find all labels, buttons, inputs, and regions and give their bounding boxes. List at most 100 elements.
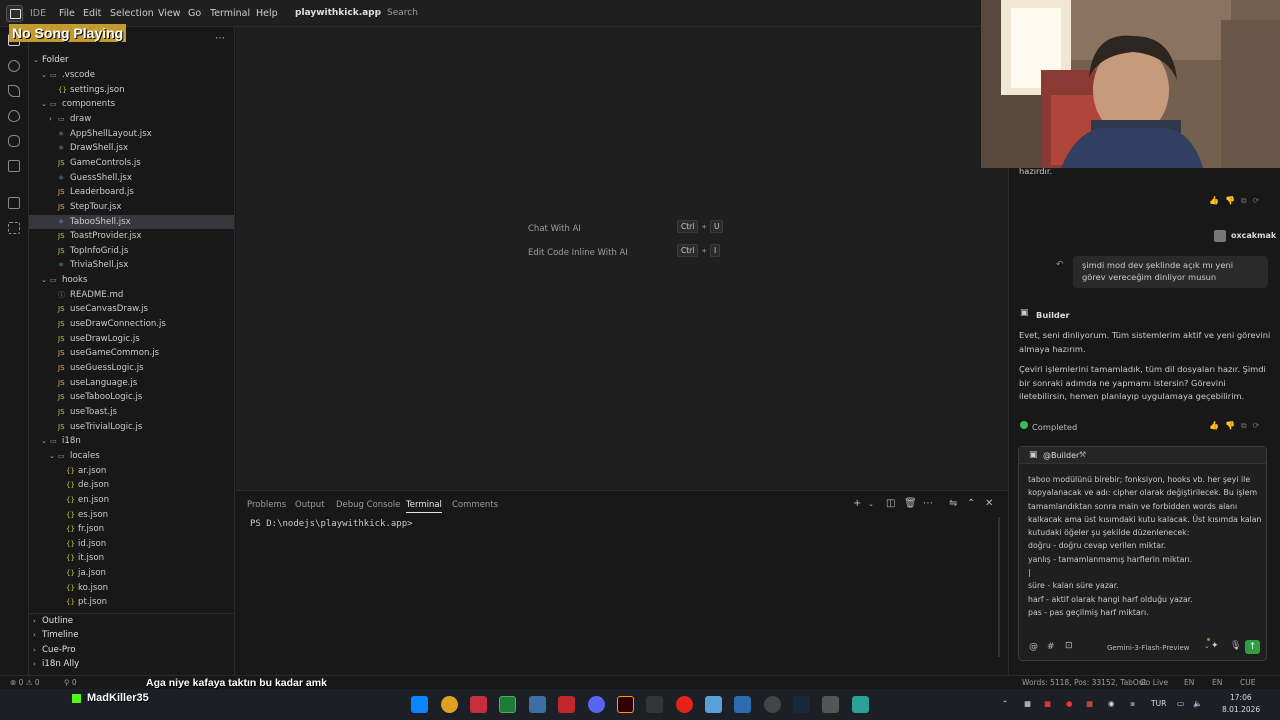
- clock-date[interactable]: 8.01.2026: [1222, 705, 1260, 714]
- menu-view[interactable]: View: [158, 8, 181, 19]
- tree-file[interactable]: JS useCanvasDraw.js: [29, 302, 234, 316]
- translate-icon[interactable]: [8, 222, 20, 234]
- more-actions-icon[interactable]: ⋯: [215, 33, 225, 44]
- tree-folder[interactable]: ⌄ ▭ locales: [29, 449, 234, 463]
- illustrator-icon[interactable]: [617, 696, 634, 713]
- mention-chip[interactable]: @Builder: [1043, 451, 1079, 460]
- tree-file[interactable]: {} en.json: [29, 493, 234, 507]
- menu-go[interactable]: Go: [188, 8, 201, 19]
- tree-file[interactable]: JS GameControls.js: [29, 156, 234, 170]
- debug-icon[interactable]: [8, 135, 20, 147]
- tree-file[interactable]: {} id.json: [29, 537, 234, 551]
- search-icon[interactable]: [8, 60, 20, 72]
- language-indicator-2[interactable]: EN: [1212, 678, 1222, 687]
- steam-icon[interactable]: [793, 696, 810, 713]
- tree-file[interactable]: JS useGameCommon.js: [29, 346, 234, 360]
- ports-indicator[interactable]: ⚲ 0: [64, 678, 77, 687]
- message-actions[interactable]: 👍👎⧉⟳: [1209, 196, 1265, 206]
- tray-app-icon-2[interactable]: ■: [1044, 699, 1051, 708]
- send-button[interactable]: ↑: [1245, 640, 1260, 654]
- volume-icon[interactable]: 🔈: [1193, 699, 1202, 708]
- tree-file[interactable]: {} es.json: [29, 508, 234, 522]
- tree-folder[interactable]: › ▭ draw: [29, 112, 234, 126]
- chevron-down-icon[interactable]: ⌄: [1204, 642, 1210, 650]
- folder-root[interactable]: ⌄ Folder: [29, 53, 234, 67]
- clock-time[interactable]: 17:06: [1230, 693, 1252, 702]
- eye-icon[interactable]: [8, 110, 20, 122]
- tree-file[interactable]: {} de.json: [29, 478, 234, 492]
- menu-file[interactable]: File: [59, 8, 75, 19]
- tray-record-icon[interactable]: ●: [1066, 699, 1073, 708]
- tab-terminal[interactable]: Terminal: [406, 500, 442, 513]
- tools-icon[interactable]: ⚒: [1079, 450, 1086, 459]
- terminal-scrollbar[interactable]: [998, 517, 1000, 657]
- tree-folder[interactable]: ⌄ ▭ components: [29, 97, 234, 111]
- tree-file[interactable]: JS useDrawLogic.js: [29, 332, 234, 346]
- menu-terminal[interactable]: Terminal: [210, 8, 250, 19]
- discord-icon[interactable]: [588, 696, 605, 713]
- model-selector[interactable]: Gemini-3-Flash-Preview: [1107, 644, 1190, 652]
- menu-edit[interactable]: Edit: [83, 8, 101, 19]
- tree-file[interactable]: ⚛ GuessShell.jsx: [29, 171, 234, 185]
- menu-help[interactable]: Help: [256, 8, 278, 19]
- hash-icon[interactable]: #: [1047, 642, 1055, 652]
- trash-icon[interactable]: 🗑: [904, 498, 917, 509]
- word-count[interactable]: Words: 5118, Pos: 33152, TabOut: [1022, 678, 1147, 687]
- chat-input-text[interactable]: taboo modülünü birebir; fonksiyon, hooks…: [1028, 473, 1264, 619]
- chat-input-box[interactable]: ▣ @Builder ⚒ taboo modülünü birebir; fon…: [1018, 446, 1267, 661]
- section-timeline[interactable]: › Timeline: [29, 628, 234, 642]
- tree-file[interactable]: JS useTrivialLogic.js: [29, 420, 234, 434]
- tree-file[interactable]: JS useLanguage.js: [29, 376, 234, 390]
- tree-file[interactable]: {} it.json: [29, 551, 234, 565]
- microphone-icon[interactable]: 🎙: [1230, 641, 1241, 651]
- chevron-down-icon[interactable]: ⌄: [868, 500, 874, 508]
- tree-file[interactable]: JS useGuessLogic.js: [29, 361, 234, 375]
- tree-file[interactable]: JS useToast.js: [29, 405, 234, 419]
- tree-file[interactable]: JS useDrawConnection.js: [29, 317, 234, 331]
- tab-comments[interactable]: Comments: [452, 500, 498, 510]
- tree-file[interactable]: {} fr.json: [29, 522, 234, 536]
- obs-icon[interactable]: [764, 696, 781, 713]
- problems-indicator[interactable]: ⊗ 0 ⚠ 0: [10, 678, 40, 687]
- language-indicator[interactable]: EN: [1184, 678, 1194, 687]
- tab-output[interactable]: Output: [295, 500, 325, 510]
- tab-problems[interactable]: Problems: [247, 500, 286, 510]
- filezilla-icon[interactable]: [558, 696, 575, 713]
- cue-indicator[interactable]: CUE: [1240, 678, 1255, 687]
- go-live-button[interactable]: Go Live: [1140, 678, 1168, 687]
- maximize-panel-icon[interactable]: ⌃: [967, 498, 975, 509]
- workspace-name[interactable]: playwithkick.app: [295, 8, 381, 18]
- tab-debug-console[interactable]: Debug Console: [336, 500, 400, 510]
- tree-file[interactable]: {} pt.json: [29, 595, 234, 609]
- tree-file[interactable]: ⚛ TabooShell.jsx: [29, 214, 234, 229]
- search-bar[interactable]: Search: [387, 8, 418, 18]
- tree-file[interactable]: {} ko.json: [29, 581, 234, 595]
- tray-app-icon-3[interactable]: ■: [1086, 699, 1093, 708]
- explorer-taskbar-icon[interactable]: [705, 696, 722, 713]
- source-control-icon[interactable]: [8, 85, 20, 97]
- tool-icon[interactable]: [822, 696, 839, 713]
- message-actions[interactable]: 👍👎⧉⟳: [1209, 421, 1265, 431]
- tree-file[interactable]: {} ar.json: [29, 464, 234, 478]
- davinci-icon[interactable]: [646, 696, 663, 713]
- editor-area[interactable]: Chat With AI Ctrl + U Edit Code Inline W…: [236, 27, 1008, 490]
- search-icon[interactable]: ⌕: [376, 7, 381, 17]
- more-icon[interactable]: ⋯: [923, 498, 933, 509]
- sparkle-icon[interactable]: ✦: [1211, 641, 1219, 651]
- tree-file[interactable]: ⚛ AppShellLayout.jsx: [29, 127, 234, 141]
- chrome-icon[interactable]: [441, 696, 458, 713]
- tree-file[interactable]: {} settings.json: [29, 83, 234, 97]
- section-i18n-ally[interactable]: › i18n Ally: [29, 657, 234, 671]
- tray-app-icon-5[interactable]: ▪: [1130, 699, 1135, 708]
- image-icon[interactable]: ⊡: [1065, 641, 1073, 651]
- tree-file[interactable]: JS TopInfoGrid.js: [29, 244, 234, 258]
- remote-explorer-icon[interactable]: [8, 160, 20, 172]
- chevron-down-icon[interactable]: ⌄: [361, 8, 367, 16]
- section-outline[interactable]: › Outline: [29, 613, 234, 627]
- ide-taskbar-icon[interactable]: [499, 696, 516, 713]
- split-terminal-icon[interactable]: ◫: [886, 498, 895, 509]
- at-mention-icon[interactable]: @: [1029, 642, 1038, 652]
- keyboard-language[interactable]: TUR: [1151, 699, 1166, 708]
- tree-folder[interactable]: ⌄ ▭ i18n: [29, 434, 234, 448]
- tree-file[interactable]: ⚛ DrawShell.jsx: [29, 141, 234, 155]
